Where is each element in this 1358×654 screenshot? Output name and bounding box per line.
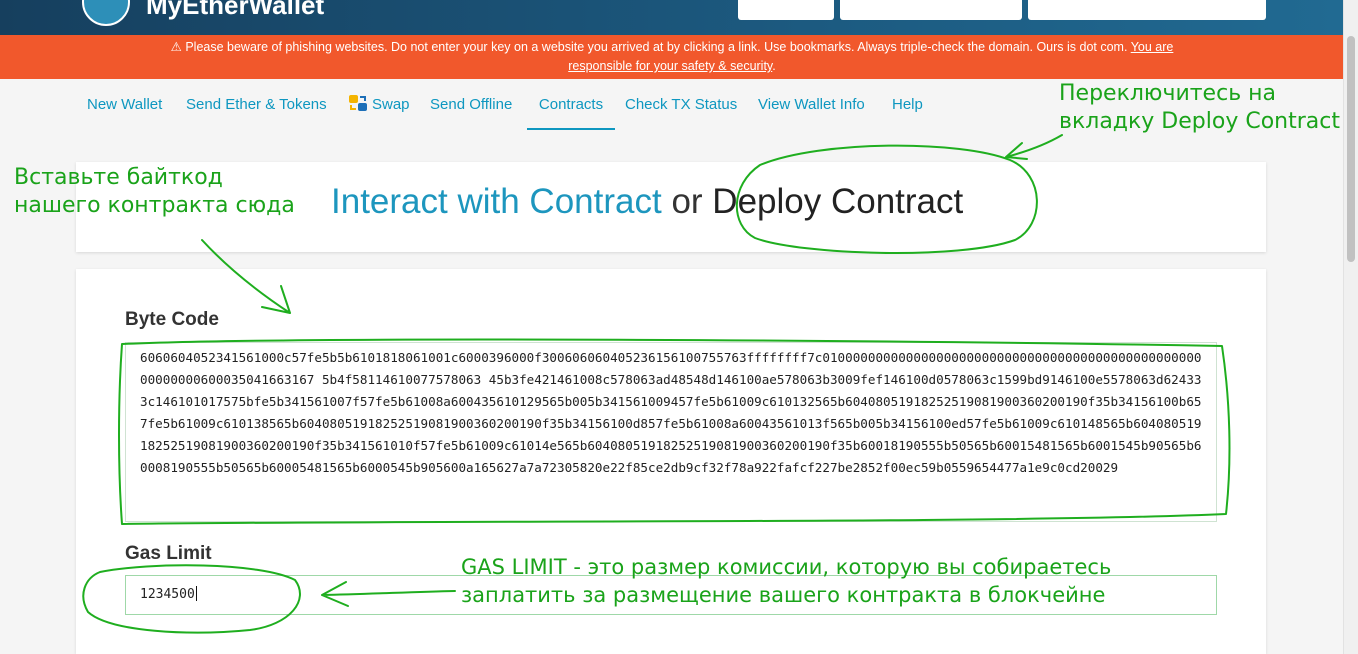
nav-swap[interactable]: Swap <box>348 80 410 128</box>
annotation-gas-limit: GAS LIMIT - это размер комиссии, которую… <box>461 553 1111 609</box>
nav-help[interactable]: Help <box>892 80 923 128</box>
header-dropdown-1[interactable] <box>738 0 834 20</box>
nav-view-wallet-info[interactable]: View Wallet Info <box>758 80 865 128</box>
annotation-paste-line2: нашего контракта сюда <box>14 193 295 218</box>
deploy-arrow <box>1005 134 1063 160</box>
safety-link-line1: You are <box>1130 40 1174 54</box>
page-scrollbar[interactable] <box>1343 0 1358 654</box>
warning-suffix: . <box>772 59 776 73</box>
main-nav: New Wallet Send Ether & Tokens Swap Send… <box>77 80 977 130</box>
nav-send-offline[interactable]: Send Offline <box>430 80 512 128</box>
annotation-paste-line1: Вставьте байткод <box>14 165 223 190</box>
annotation-switch-tab: Переключитесь на вкладку Deploy Contract <box>1059 80 1340 136</box>
annotation-switch-tab-line1: Переключитесь на <box>1059 81 1277 106</box>
safety-link[interactable]: You are <box>1131 40 1174 54</box>
gas-limit-label: Gas Limit <box>125 543 212 564</box>
gas-limit-value: 1234500 <box>140 587 195 602</box>
annotation-gas-line2: заплатить за размещение вашего контракта… <box>461 583 1106 607</box>
app-name[interactable]: MyEtherWallet <box>146 0 324 21</box>
interact-with-contract-link[interactable]: Interact with Contract <box>331 182 662 221</box>
scrollbar-thumb[interactable] <box>1347 36 1355 262</box>
warning-text: ⚠ Please beware of phishing websites. Do… <box>170 40 1128 54</box>
header-dropdown-2[interactable] <box>840 0 1022 20</box>
logo-icon[interactable] <box>82 0 130 26</box>
annotation-switch-tab-line2: вкладку Deploy Contract <box>1059 109 1340 134</box>
phishing-warning-banner: ⚠ Please beware of phishing websites. Do… <box>0 35 1344 79</box>
deploy-contract-tab[interactable]: Deploy Contract <box>712 182 963 221</box>
bytecode-textarea[interactable]: 6060604052341561000c57fe5b5b610181806100… <box>125 342 1217 522</box>
nav-new-wallet[interactable]: New Wallet <box>87 80 162 128</box>
nav-check-tx-status[interactable]: Check TX Status <box>625 80 737 128</box>
annotation-gas-line1: GAS LIMIT - это размер комиссии, которую… <box>461 555 1112 579</box>
nav-contracts[interactable]: Contracts <box>527 80 615 130</box>
swap-icon <box>349 95 367 111</box>
annotation-paste-bytecode: Вставьте байткод нашего контракта сюда <box>14 164 295 220</box>
title-or: or <box>671 182 703 221</box>
text-caret <box>195 586 197 601</box>
header-dropdown-3[interactable] <box>1028 0 1266 20</box>
contract-mode-title: Interact with Contract or Deploy Contrac… <box>331 182 963 222</box>
bytecode-label: Byte Code <box>125 309 219 330</box>
nav-swap-label: Swap <box>372 96 410 113</box>
safety-link-2[interactable]: responsible for your safety & security <box>568 59 772 73</box>
nav-send-ether-tokens[interactable]: Send Ether & Tokens <box>186 80 327 128</box>
safety-link-line2: responsible for your safety & security <box>568 59 773 73</box>
top-header: MyEtherWallet <box>0 0 1344 35</box>
